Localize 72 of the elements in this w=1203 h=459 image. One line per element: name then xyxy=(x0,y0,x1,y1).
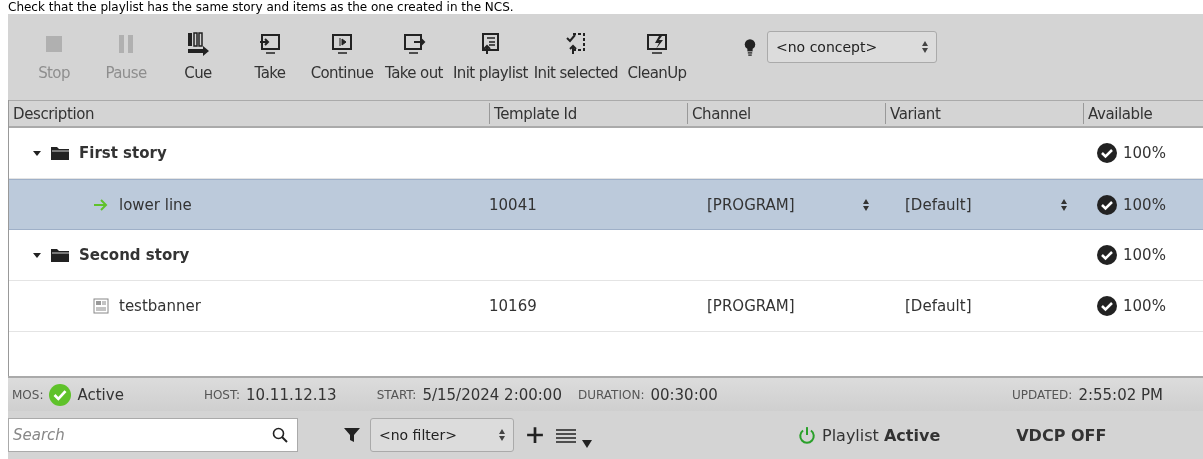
status-value: 00:30:00 xyxy=(650,385,718,404)
add-icon[interactable] xyxy=(526,426,544,444)
check-circle-icon xyxy=(1097,143,1117,163)
template-id-text: 10169 xyxy=(489,297,537,315)
check-circle-icon xyxy=(1097,245,1117,265)
status-value: 2:55:02 PM xyxy=(1078,385,1163,404)
caption-text: Check that the playlist has the same story and items as the one created in the NCS. xyxy=(8,0,514,14)
filter-icon[interactable] xyxy=(344,427,360,443)
story-title: Second story xyxy=(79,246,190,264)
variant-text: [Default] xyxy=(905,297,972,315)
playlist-status: Playlist Active xyxy=(822,425,941,445)
lightbulb-icon xyxy=(743,38,757,56)
folder-icon xyxy=(51,146,69,160)
spinner-icon xyxy=(922,41,928,53)
filter-dropdown[interactable]: <no filter> xyxy=(370,418,514,452)
toolbar-button[interactable]: Take out xyxy=(378,28,450,86)
list-icon[interactable] xyxy=(556,427,576,443)
spinner-icon[interactable] xyxy=(1061,198,1067,211)
vdcp-status: VDCP OFF xyxy=(1016,425,1107,445)
variant-text: [Default] xyxy=(905,195,972,214)
column-header[interactable]: Available xyxy=(1083,103,1203,124)
expand-caret-icon[interactable] xyxy=(33,149,41,157)
toolbar-button[interactable]: Cue xyxy=(162,28,234,86)
spinner-icon xyxy=(499,429,505,441)
check-circle-icon xyxy=(49,383,72,406)
expand-caret-icon[interactable] xyxy=(33,251,41,259)
availability-text: 100% xyxy=(1123,195,1166,214)
story-title: First story xyxy=(79,144,167,162)
availability-text: 100% xyxy=(1123,297,1166,315)
init-selected-icon xyxy=(563,32,588,56)
continue-icon xyxy=(330,32,354,56)
toolbar-button[interactable]: Init playlist xyxy=(450,28,531,86)
power-icon xyxy=(798,426,816,444)
concept-dropdown[interactable]: <no concept> xyxy=(767,31,937,63)
toolbar-button[interactable]: Init selected xyxy=(530,28,621,86)
status-label: DURATION: xyxy=(577,387,645,402)
cue-icon xyxy=(186,32,210,56)
dropdown-arrow-icon[interactable] xyxy=(582,440,592,448)
template-icon xyxy=(93,298,109,314)
take-icon xyxy=(258,32,282,56)
column-header[interactable]: Variant xyxy=(885,103,1083,124)
toolbar-button[interactable]: Continue xyxy=(306,28,378,86)
playlist-item-row[interactable]: testbanner 10169 [PROGRAM] [Default] 100% xyxy=(9,281,1203,332)
toolbar-button[interactable]: CleanUp xyxy=(621,28,693,86)
search-icon xyxy=(272,427,288,443)
status-label: HOST: xyxy=(203,387,240,402)
column-header[interactable]: Template Id xyxy=(489,103,687,124)
item-title: lower line xyxy=(119,195,192,214)
status-value: 5/15/2024 2:00:00 xyxy=(422,385,562,404)
search-field[interactable]: Search xyxy=(8,418,298,452)
column-header[interactable]: Channel xyxy=(687,103,885,124)
check-circle-icon xyxy=(1097,296,1117,316)
status-label: MOS: xyxy=(12,387,44,402)
check-circle-icon xyxy=(1097,194,1117,215)
template-id-text: 10041 xyxy=(489,195,537,214)
cleanup-icon xyxy=(645,32,669,56)
spinner-icon[interactable] xyxy=(863,198,869,211)
availability-text: 100% xyxy=(1123,246,1166,264)
folder-icon xyxy=(51,248,69,262)
status-value: Active xyxy=(77,385,124,404)
toolbar-button[interactable]: Take xyxy=(234,28,306,86)
status-value: 10.11.12.13 xyxy=(246,385,337,404)
channel-text: [PROGRAM] xyxy=(707,195,795,214)
item-title: testbanner xyxy=(119,297,201,315)
take-out-icon xyxy=(402,32,426,56)
channel-text: [PROGRAM] xyxy=(707,297,795,315)
availability-text: 100% xyxy=(1123,144,1166,162)
arrow-icon xyxy=(93,196,109,213)
playlist-item-row[interactable]: lower line 10041 [PROGRAM] [Default] 100% xyxy=(9,179,1203,230)
column-header[interactable]: Description xyxy=(9,103,489,124)
status-label: UPDATED: xyxy=(1011,387,1073,402)
status-label: START: xyxy=(376,387,417,402)
